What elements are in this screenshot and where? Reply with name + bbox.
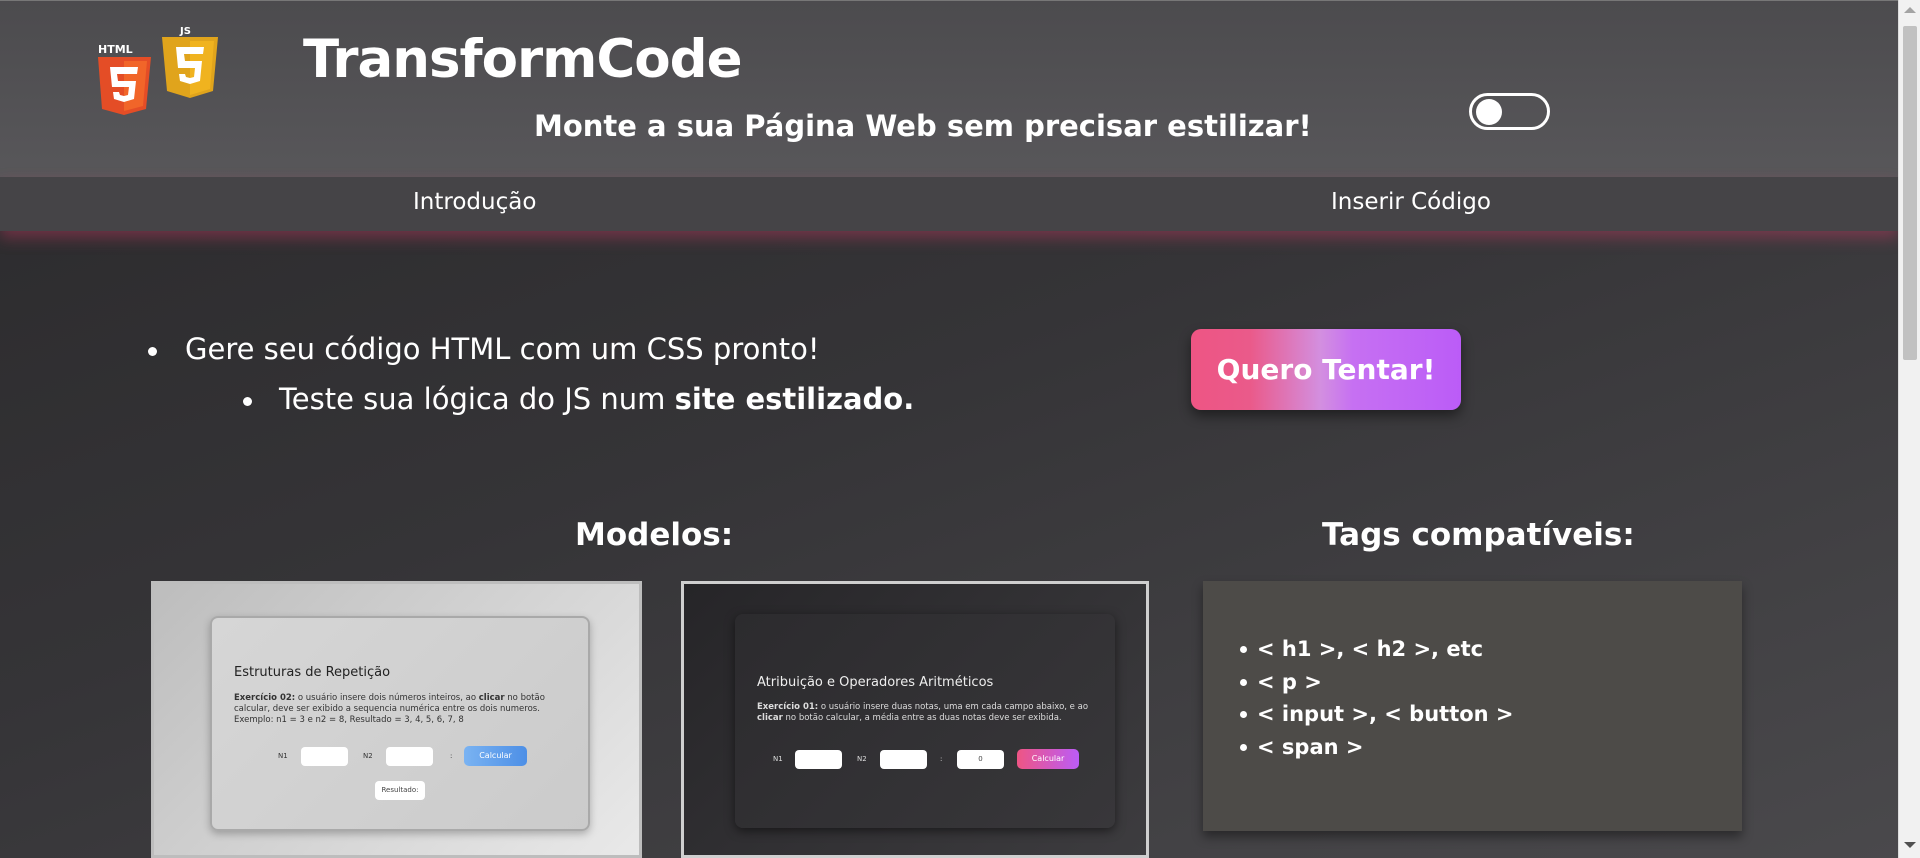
colon-label: :	[940, 755, 943, 763]
label-n1: N1	[278, 752, 288, 760]
tag-item: < span >	[1240, 735, 1363, 759]
input-n1[interactable]	[301, 747, 348, 766]
model-description: Exercício 02: o usuário insere dois núme…	[234, 693, 545, 725]
html5-icon: HTML	[98, 43, 151, 115]
brand-title: TransformCode	[303, 29, 743, 90]
tag-item: < h1 >, < h2 >, etc	[1240, 637, 1483, 661]
theme-toggle[interactable]	[1469, 93, 1550, 130]
js-icon-label: JS	[179, 26, 191, 37]
tagline: Monte a sua Página Web sem precisar esti…	[534, 109, 1312, 143]
input-n2[interactable]	[880, 750, 927, 769]
js-icon: JS	[162, 26, 218, 98]
scroll-down-arrow-icon[interactable]	[1904, 842, 1916, 848]
scroll-thumb[interactable]	[1903, 26, 1917, 360]
result-box: Resultado:	[375, 781, 425, 800]
quero-tentar-button[interactable]: Quero Tentar!	[1191, 329, 1461, 410]
label-n2: N2	[363, 752, 373, 760]
model-title: Atribuição e Operadores Aritméticos	[757, 675, 994, 690]
intro-bullet-2: Teste sua lógica do JS num site estiliza…	[243, 382, 915, 416]
bullet-dot	[243, 397, 252, 406]
input-n1[interactable]	[795, 750, 842, 769]
model-card-repeticao[interactable]: Estruturas de Repetição Exercício 02: o …	[151, 581, 642, 858]
scroll-up-arrow-icon[interactable]	[1904, 7, 1916, 13]
header: HTML JS TransformCode Monte a sua Página…	[0, 0, 1898, 177]
nav-bar: Introdução Inserir Código	[0, 177, 1898, 231]
input-n2[interactable]	[386, 747, 433, 766]
model-title: Estruturas de Repetição	[234, 665, 391, 680]
label-n2: N2	[857, 755, 867, 763]
calcular-button[interactable]: Calcular	[464, 746, 527, 766]
model-preview: Atribuição e Operadores Aritméticos Exer…	[735, 614, 1115, 828]
model-card-atribuicao[interactable]: Atribuição e Operadores Aritméticos Exer…	[681, 581, 1149, 858]
vertical-scrollbar[interactable]	[1898, 0, 1920, 858]
output-box: 0	[957, 750, 1004, 769]
html5-icon-label: HTML	[98, 43, 133, 56]
tag-item: < p >	[1240, 670, 1322, 694]
colon-label: :	[450, 752, 453, 760]
nav-item-inserir-codigo[interactable]: Inserir Código	[1331, 189, 1491, 215]
label-n1: N1	[773, 755, 783, 763]
page: HTML JS TransformCode Monte a sua Página…	[0, 0, 1898, 858]
intro-bullet-2-bold: site estilizado.	[674, 382, 915, 416]
intro-bullet-2-text: Teste sua lógica do JS num	[279, 382, 675, 416]
intro-bullet-1: Gere seu código HTML com um CSS pronto!	[148, 332, 820, 366]
toggle-knob	[1476, 99, 1502, 125]
model-preview: Estruturas de Repetição Exercício 02: o …	[210, 616, 590, 831]
compatible-tags-box: < h1 >, < h2 >, etc < p > < input >, < b…	[1203, 581, 1742, 831]
tags-title: Tags compatíveis:	[1322, 517, 1635, 553]
intro-bullet-1-text: Gere seu código HTML com um CSS pronto!	[185, 332, 820, 366]
tag-item: < input >, < button >	[1240, 702, 1514, 726]
nav-item-introducao[interactable]: Introdução	[413, 189, 536, 215]
logo: HTML JS	[98, 26, 218, 115]
model-description: Exercício 01: o usuário insere duas nota…	[757, 702, 1089, 723]
calcular-button[interactable]: Calcular	[1017, 749, 1079, 769]
bullet-dot	[148, 347, 157, 356]
models-title: Modelos:	[575, 517, 734, 553]
